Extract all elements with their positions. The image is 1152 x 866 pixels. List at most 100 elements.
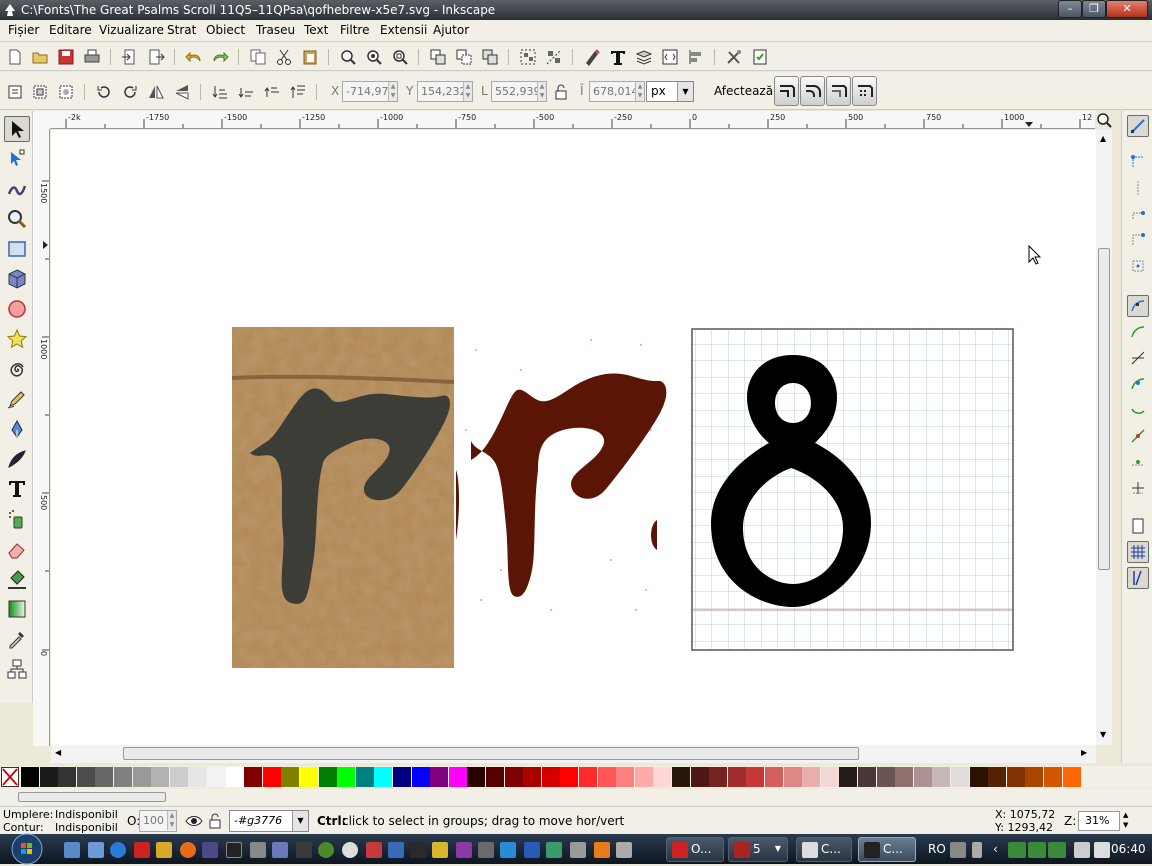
raise-icon[interactable] [262, 82, 282, 102]
select-all-layers-icon[interactable] [30, 82, 50, 102]
box3d-tool-icon[interactable] [4, 266, 30, 292]
color-swatch[interactable] [318, 767, 337, 787]
zoom-page-icon[interactable] [390, 47, 410, 67]
vlc-icon[interactable] [594, 842, 610, 858]
color-swatch[interactable] [690, 767, 709, 787]
horizontal-ruler[interactable]: -2k -1750 -1500 -1250 -1000 -750 -500 -2… [50, 111, 1095, 129]
text-tool-icon[interactable] [4, 476, 30, 502]
group-icon[interactable] [518, 47, 538, 67]
lock-proportions-icon[interactable] [551, 82, 571, 102]
vertical-ruler[interactable]: 1500 1000 500 0 [33, 129, 50, 746]
snap-bbox-icon[interactable] [1127, 151, 1149, 173]
color-swatch[interactable] [430, 767, 449, 787]
scale-stroke-toggle[interactable] [774, 76, 799, 106]
color-swatch[interactable] [913, 767, 932, 787]
palette-scrollbar[interactable] [0, 789, 1152, 805]
snap-toggle-icon[interactable] [1127, 115, 1149, 137]
layer-lock-icon[interactable] [205, 811, 225, 831]
color-swatch[interactable] [672, 767, 690, 787]
taskbar-item[interactable]: C... [796, 837, 852, 862]
horizontal-scrollbar[interactable]: ◀ ▶ [51, 745, 1096, 763]
scanner-icon[interactable] [478, 842, 494, 858]
color-swatch[interactable] [393, 767, 411, 787]
color-swatch[interactable] [244, 767, 263, 787]
open-file-icon[interactable] [30, 47, 50, 67]
snap-bbox-edge-icon[interactable] [1127, 177, 1149, 199]
close-button[interactable]: ✕ [1106, 0, 1148, 18]
color-swatch[interactable] [746, 767, 765, 787]
menu-layer[interactable]: Strat [167, 23, 196, 37]
zoom-correction-icon[interactable] [1096, 112, 1112, 128]
palette-scroll-thumb[interactable] [18, 792, 166, 802]
color-swatch[interactable] [727, 767, 746, 787]
color-swatch[interactable] [560, 767, 579, 787]
rotate-ccw-icon[interactable] [94, 82, 114, 102]
tray-network-icon[interactable] [1074, 842, 1090, 858]
width-field[interactable]: 552,939 ▲ ▼ [491, 81, 547, 102]
color-swatch[interactable] [411, 767, 430, 787]
snap-guides-icon[interactable] [1127, 567, 1149, 589]
tray-volume-icon[interactable] [1094, 842, 1110, 858]
utility-icon[interactable] [546, 842, 562, 858]
dropbox-icon[interactable] [524, 842, 540, 858]
duplicate-icon[interactable] [428, 47, 448, 67]
node-tool-icon[interactable] [4, 146, 30, 172]
zoom-tool-icon[interactable] [4, 206, 30, 232]
color-swatch[interactable] [988, 767, 1007, 787]
paint-bucket-tool-icon[interactable] [4, 566, 30, 592]
color-swatch[interactable] [207, 767, 225, 787]
menu-extensions[interactable]: Extensii [380, 23, 427, 37]
tool-icon[interactable] [456, 842, 472, 858]
select-all-icon[interactable] [5, 82, 25, 102]
fill-stroke-icon[interactable] [582, 47, 602, 67]
spiral-tool-icon[interactable] [4, 356, 30, 382]
color-swatch[interactable] [597, 767, 616, 787]
stroke-value[interactable]: Indisponibil [55, 821, 118, 834]
snap-intersections-icon[interactable] [1127, 347, 1149, 369]
menu-path[interactable]: Traseu [256, 23, 295, 37]
calculator-icon[interactable] [250, 842, 266, 858]
snap-bbox-midpoint-icon[interactable] [1127, 229, 1149, 251]
start-button-icon[interactable] [2, 832, 48, 866]
taskbar-item[interactable]: 5 ▼ [728, 837, 788, 862]
opera-icon[interactable] [366, 842, 382, 858]
color-swatch[interactable] [76, 767, 95, 787]
drawing-canvas[interactable] [51, 130, 1096, 745]
snap-smooth-nodes-icon[interactable] [1127, 373, 1149, 395]
unit-select[interactable]: px ▼ [646, 81, 694, 102]
snap-paths-icon[interactable] [1127, 321, 1149, 343]
xml-editor-icon[interactable] [660, 47, 680, 67]
undo-icon[interactable] [184, 47, 204, 67]
color-swatch[interactable] [541, 767, 560, 787]
traced-glyph[interactable] [456, 327, 667, 622]
color-swatch[interactable] [709, 767, 728, 787]
maximize-button[interactable]: ❐ [1082, 0, 1106, 18]
disc-icon[interactable] [342, 842, 358, 858]
save-app-icon[interactable] [134, 842, 150, 858]
color-swatch[interactable] [523, 767, 542, 787]
x-field[interactable]: -714,976 ▲ ▼ [342, 81, 398, 102]
cut-icon[interactable] [274, 47, 294, 67]
flip-vertical-icon[interactable] [172, 82, 192, 102]
clone-icon[interactable] [454, 47, 474, 67]
font-glyph-grid[interactable] [691, 328, 1014, 651]
align-distribute-icon[interactable] [686, 47, 706, 67]
zoom-drawing-icon[interactable] [364, 47, 384, 67]
no-paint-swatch[interactable] [1, 767, 19, 787]
color-swatch[interactable] [337, 767, 356, 787]
color-swatch[interactable] [132, 767, 151, 787]
pen-tool-icon[interactable] [4, 416, 30, 442]
deselect-icon[interactable] [56, 82, 76, 102]
zoom-selection-icon[interactable] [338, 47, 358, 67]
export-icon[interactable] [146, 47, 166, 67]
taskbar-item-active[interactable]: C... [858, 837, 916, 862]
color-swatch[interactable] [820, 767, 839, 787]
raise-to-top-icon[interactable] [288, 82, 308, 102]
messenger-icon[interactable] [500, 842, 516, 858]
move-gradients-toggle[interactable] [826, 76, 851, 106]
color-swatch[interactable] [374, 767, 393, 787]
color-swatch[interactable] [114, 767, 132, 787]
color-swatch[interactable] [188, 767, 207, 787]
ellipse-tool-icon[interactable] [4, 296, 30, 322]
paste-icon[interactable] [300, 47, 320, 67]
